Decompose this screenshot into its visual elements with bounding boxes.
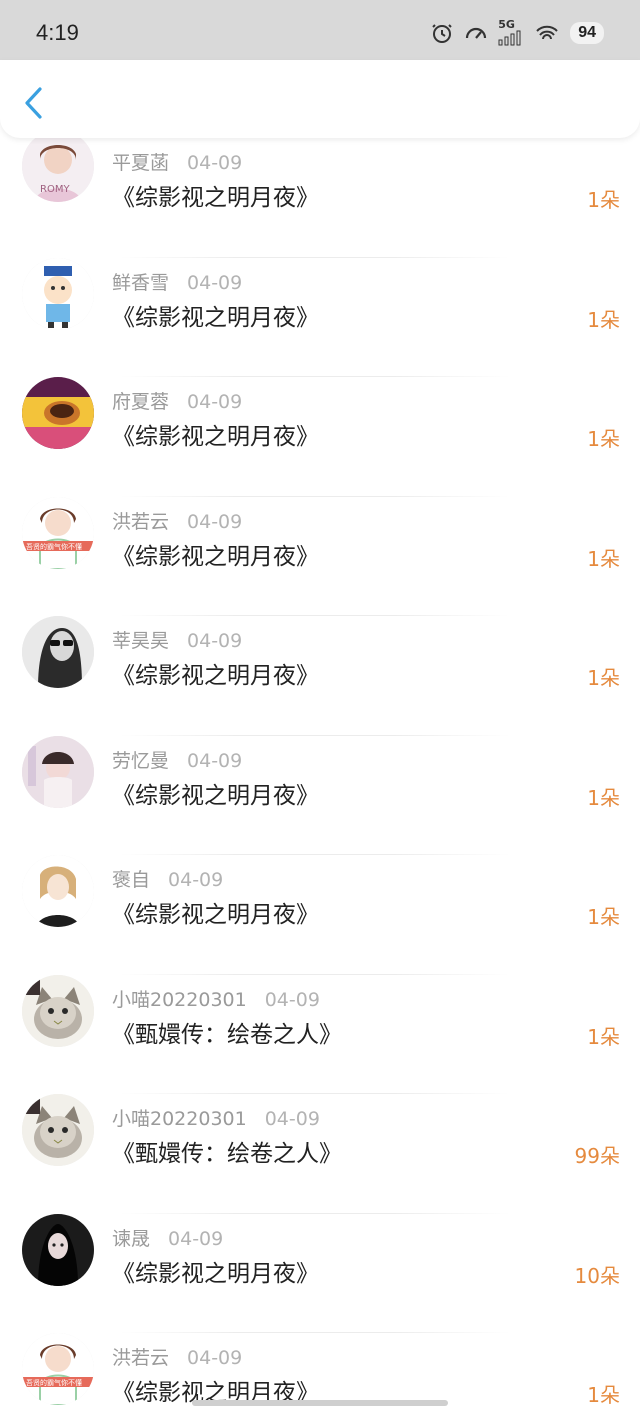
book-title[interactable]: 《综影视之明月夜》	[112, 776, 319, 810]
user-meta: 平夏菡 04-09	[112, 148, 242, 175]
list-item[interactable]: 鲜香雪 04-09 《综影视之明月夜》 1朵	[0, 257, 640, 377]
book-title[interactable]: 《综影视之明月夜》	[112, 298, 319, 332]
avatar[interactable]: 吾贤的霸气你不懂	[22, 496, 94, 569]
date-label: 04-09	[168, 869, 224, 891]
home-indicator	[192, 1400, 448, 1406]
avatar[interactable]	[22, 974, 94, 1047]
user-name[interactable]: 小喵20220301	[112, 989, 247, 1011]
svg-text:吾贤的霸气你不懂: 吾贤的霸气你不懂	[26, 542, 82, 551]
date-label: 04-09	[187, 391, 243, 413]
user-meta: 洪若云 04-09	[112, 507, 242, 534]
list-item[interactable]: 吾贤的霸气你不懂 洪若云 04-09 《综影视之明月夜》 1朵	[0, 1333, 640, 1408]
user-name[interactable]: 小喵20220301	[112, 1108, 247, 1130]
list-item[interactable]: 小喵20220301 04-09 《甄嬛传：绘卷之人》 1朵	[0, 974, 640, 1094]
list-item[interactable]: 劳忆曼 04-09 《综影视之明月夜》 1朵	[0, 735, 640, 855]
flower-count: 1朵	[587, 307, 620, 332]
flower-count: 1朵	[587, 1383, 620, 1407]
user-meta: 谏晟 04-09	[112, 1224, 223, 1251]
list-item[interactable]: 莘昊昊 04-09 《综影视之明月夜》 1朵	[0, 616, 640, 736]
user-name[interactable]: 鲜香雪	[112, 272, 169, 294]
signal-5g-icon: 5G	[498, 18, 524, 46]
avatar[interactable]	[22, 616, 94, 688]
status-time: 4:19	[36, 20, 79, 45]
avatar[interactable]	[22, 735, 94, 808]
book-title[interactable]: 《综影视之明月夜》	[112, 417, 319, 451]
book-title[interactable]: 《综影视之明月夜》	[112, 178, 319, 212]
flower-count: 1朵	[587, 427, 620, 451]
date-label: 04-09	[264, 1108, 320, 1130]
date-label: 04-09	[264, 988, 320, 1011]
flower-count: 99朵	[574, 1144, 620, 1168]
book-title[interactable]: 《综影视之明月夜》	[112, 1254, 319, 1288]
gift-list: ROMY 平夏菡 04-09 《综影视之明月夜》 1朵 鲜香雪 04-09 《综影视之明月夜》…	[0, 130, 640, 1408]
list-item[interactable]: 吾贤的霸气你不懂 洪若云 04-09 《综影视之明月夜》 1朵	[0, 496, 640, 616]
flower-count: 1朵	[587, 666, 620, 690]
user-meta: 莘昊昊 04-09	[112, 626, 242, 653]
flower-count: 1朵	[587, 785, 620, 810]
list-item[interactable]: 小喵20220301 04-09 《甄嬛传：绘卷之人》 99朵	[0, 1094, 640, 1214]
flower-count: 1朵	[587, 546, 620, 571]
flower-count: 1朵	[587, 1024, 620, 1049]
user-meta: 府夏蓉 04-09	[112, 387, 242, 414]
date-label: 04-09	[187, 630, 243, 652]
svg-text:吾贤的霸气你不懂: 吾贤的霸气你不懂	[26, 1378, 82, 1387]
list-item[interactable]: 褒自 04-09 《综影视之明月夜》 1朵	[0, 855, 640, 975]
book-title[interactable]: 《综影视之明月夜》	[112, 537, 319, 571]
date-label: 04-09	[168, 1227, 224, 1250]
user-name[interactable]: 谏晟	[112, 1228, 150, 1250]
book-title[interactable]: 《综影视之明月夜》	[112, 656, 319, 690]
date-label: 04-09	[187, 510, 243, 533]
user-name[interactable]: 褒自	[112, 869, 150, 891]
user-name[interactable]: 洪若云	[112, 1347, 169, 1369]
user-name[interactable]: 府夏蓉	[112, 391, 169, 413]
user-meta: 劳忆曼 04-09	[112, 746, 242, 773]
flower-count: 10朵	[574, 1263, 620, 1288]
flower-count: 1朵	[587, 188, 620, 212]
avatar[interactable]	[22, 377, 94, 449]
user-meta: 褒自 04-09	[112, 865, 223, 892]
battery-indicator: 94	[570, 22, 604, 44]
list-item[interactable]: ROMY 平夏菡 04-09 《综影视之明月夜》 1朵	[0, 130, 640, 258]
svg-text:ROMY: ROMY	[40, 184, 70, 195]
avatar[interactable]	[22, 1094, 94, 1166]
user-meta: 鲜香雪 04-09	[112, 268, 242, 295]
list-item[interactable]: 府夏蓉 04-09 《综影视之明月夜》 1朵	[0, 377, 640, 497]
date-label: 04-09	[187, 749, 243, 772]
network-label: 5G	[498, 18, 515, 31]
status-bar: 4:19 5G 94	[0, 0, 640, 60]
user-name[interactable]: 平夏菡	[112, 152, 169, 174]
avatar[interactable]	[22, 855, 94, 927]
nav-bar	[0, 60, 640, 138]
speedometer-icon	[464, 21, 488, 45]
back-button[interactable]	[22, 86, 46, 120]
user-name[interactable]: 洪若云	[112, 511, 169, 533]
avatar[interactable]	[22, 257, 94, 330]
date-label: 04-09	[187, 152, 243, 174]
book-title[interactable]: 《综影视之明月夜》	[112, 895, 319, 929]
avatar[interactable]: ROMY	[22, 130, 94, 202]
avatar[interactable]	[22, 1213, 94, 1286]
book-title[interactable]: 《甄嬛传：绘卷之人》	[112, 1134, 342, 1168]
date-label: 04-09	[187, 271, 243, 294]
chevron-left-icon	[25, 87, 42, 119]
list-item[interactable]: 谏晟 04-09 《综影视之明月夜》 10朵	[0, 1213, 640, 1333]
flower-count: 1朵	[587, 905, 620, 929]
date-label: 04-09	[187, 1347, 243, 1369]
wifi-icon	[534, 21, 560, 45]
book-title[interactable]: 《甄嬛传：绘卷之人》	[112, 1015, 342, 1049]
status-icons: 5G 94	[430, 16, 604, 50]
user-meta: 洪若云 04-09	[112, 1343, 242, 1370]
user-meta: 小喵20220301 04-09	[112, 985, 320, 1012]
user-name[interactable]: 劳忆曼	[112, 750, 169, 772]
avatar[interactable]: 吾贤的霸气你不懂	[22, 1333, 94, 1405]
alarm-clock-icon	[430, 21, 454, 45]
user-name[interactable]: 莘昊昊	[112, 630, 169, 652]
user-meta: 小喵20220301 04-09	[112, 1104, 320, 1131]
